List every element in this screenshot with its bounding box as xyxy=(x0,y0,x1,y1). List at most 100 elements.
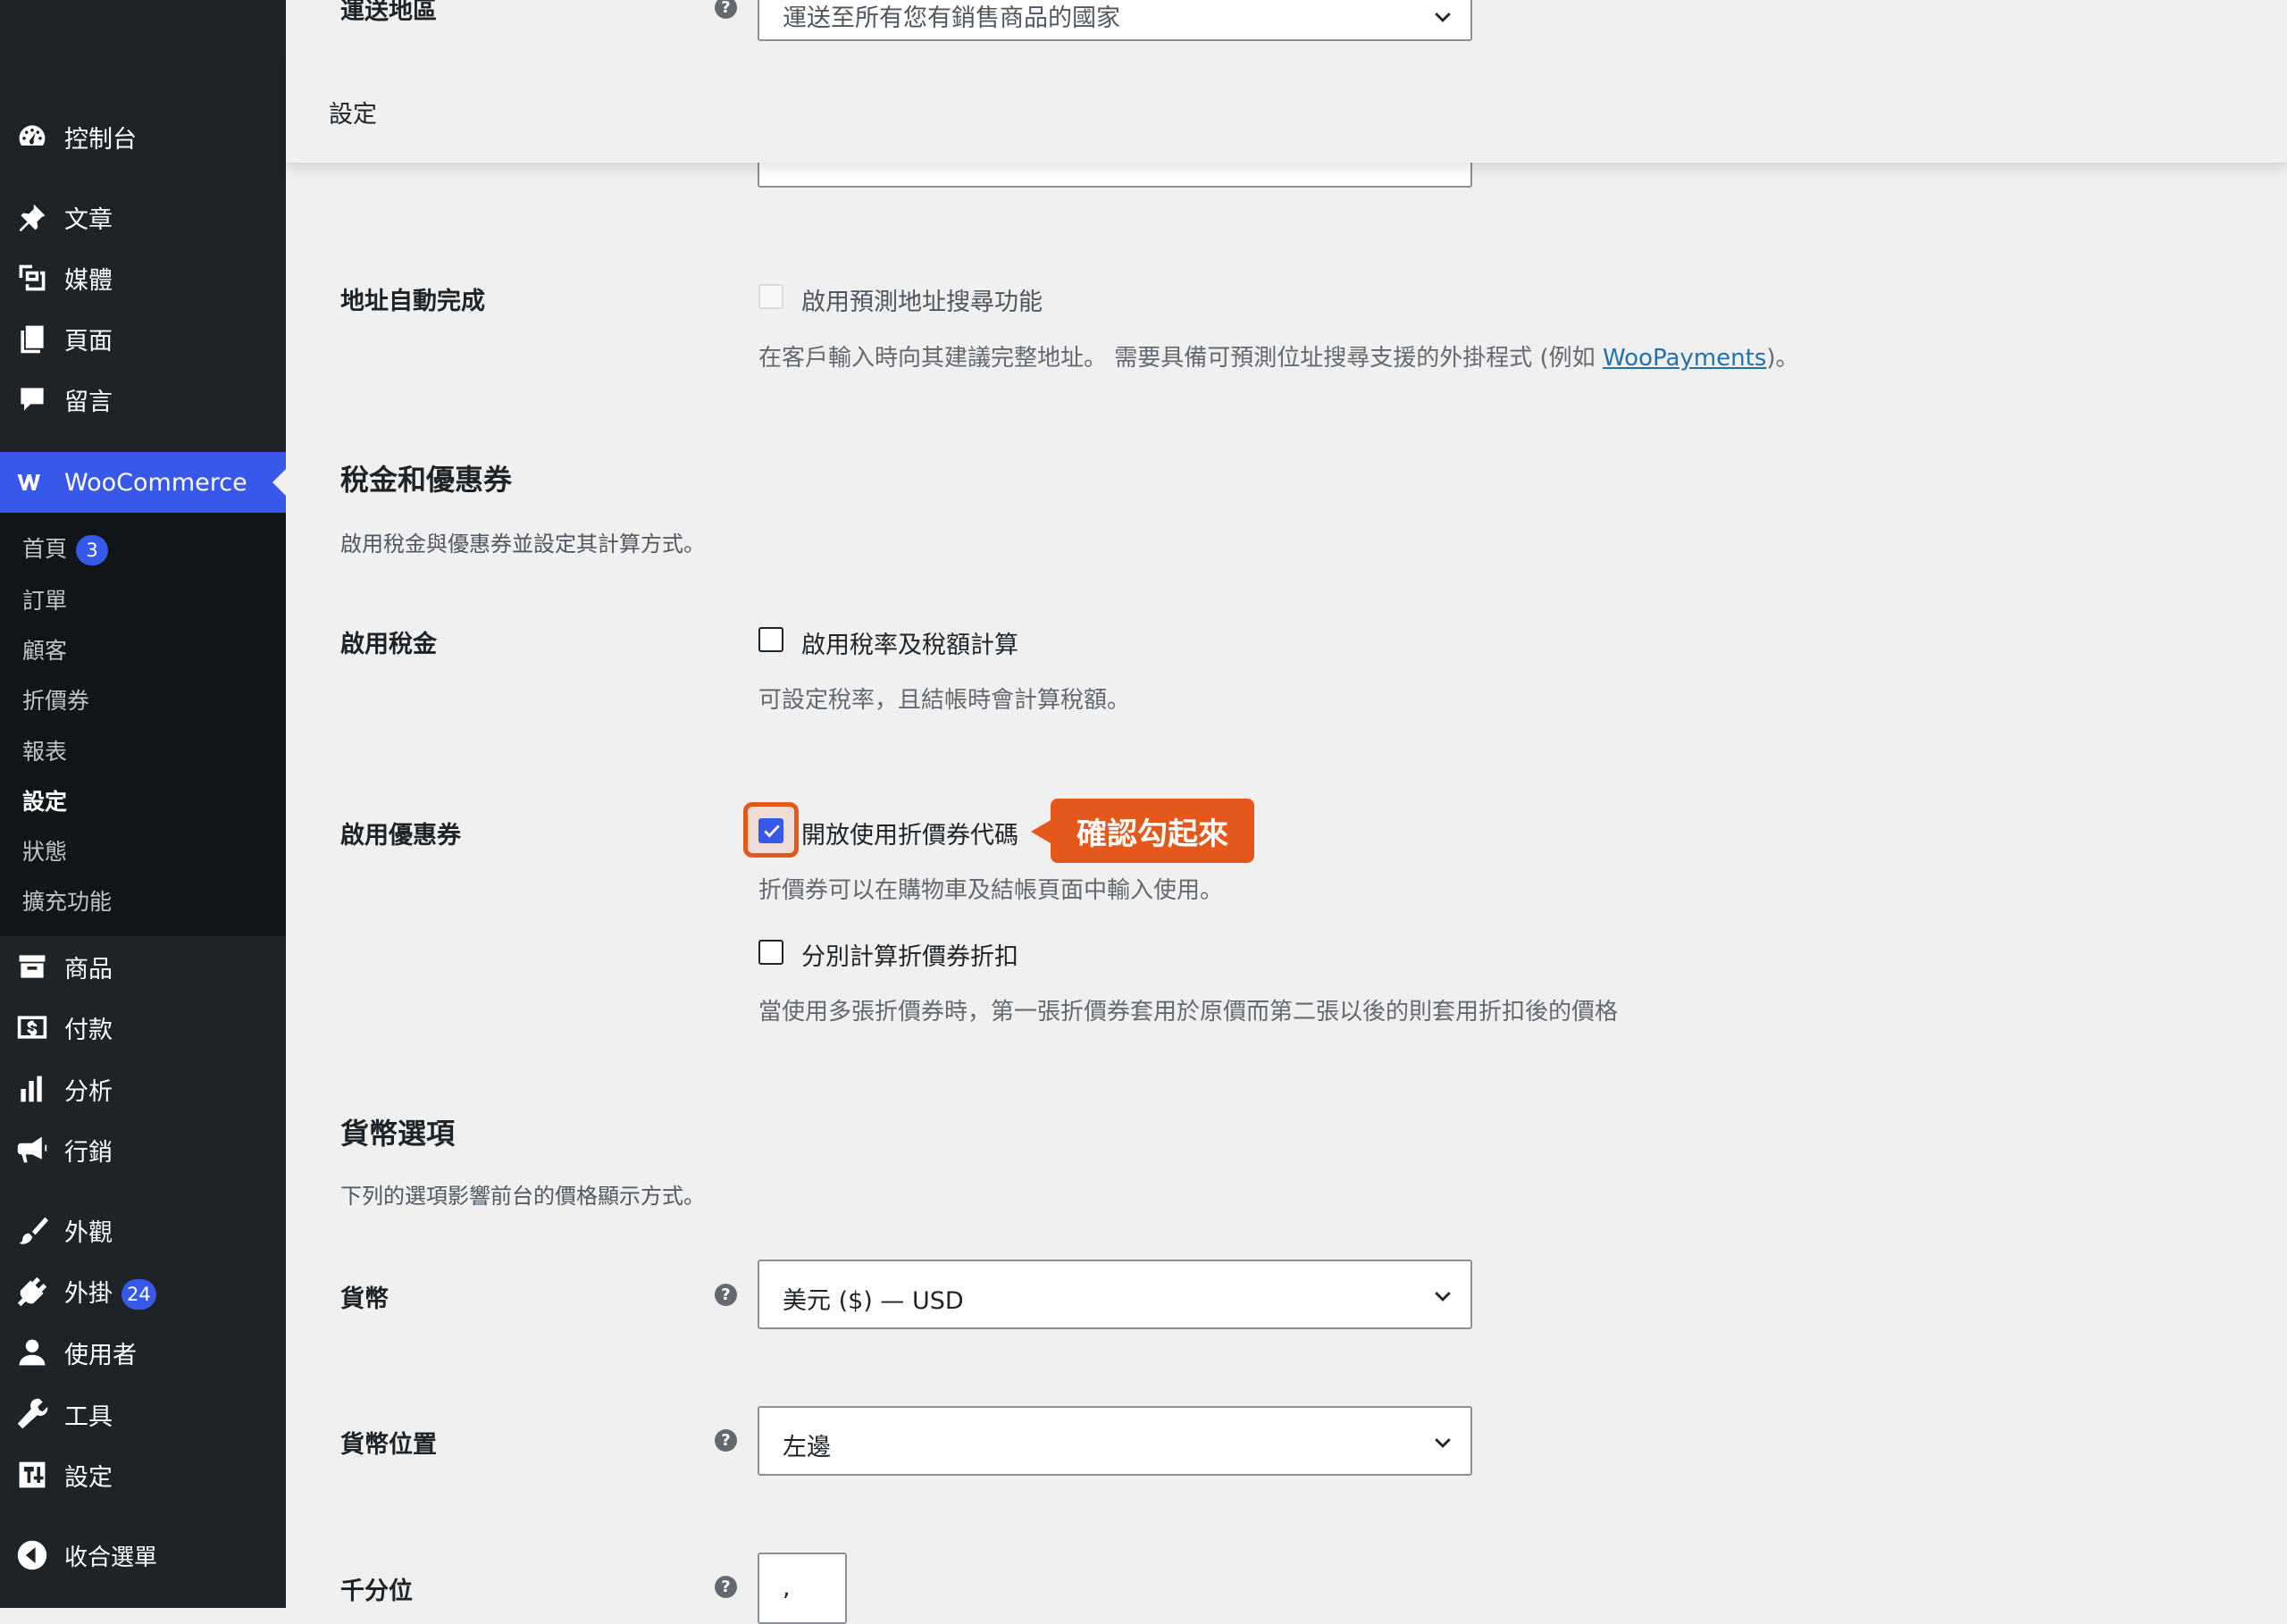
chevron-down-icon xyxy=(1435,1438,1451,1448)
menu-tools[interactable]: 工具 xyxy=(0,1387,286,1441)
submenu-home[interactable]: 首頁 3 xyxy=(22,532,109,565)
page-header: 設定 xyxy=(286,55,2287,163)
tax-section-description: 啟用稅金與優惠券並設定其計算方式。 xyxy=(340,532,705,557)
enable-coupons-description: 折價券可以在購物車及結帳頁面中輸入使用。 xyxy=(758,877,1224,904)
submenu-coupons[interactable]: 折價券 xyxy=(22,683,89,716)
address-autocomplete-checkbox[interactable] xyxy=(758,284,783,309)
menu-label: 商品 xyxy=(64,955,113,984)
currency-section-description: 下列的選項影響前台的價格顯示方式。 xyxy=(340,1184,705,1209)
brush-icon xyxy=(16,1214,48,1246)
submenu-status[interactable]: 狀態 xyxy=(22,834,67,866)
address-autocomplete-label: 地址自動完成 xyxy=(340,288,485,315)
help-icon[interactable]: ? xyxy=(715,1576,737,1598)
collapse-menu-button[interactable]: 收合選單 xyxy=(0,1528,286,1582)
collapse-icon xyxy=(16,1539,48,1571)
user-icon xyxy=(16,1336,48,1369)
menu-settings[interactable]: 設定 xyxy=(0,1448,286,1502)
input-value: , xyxy=(783,1574,791,1602)
menu-label: 行銷 xyxy=(64,1138,113,1167)
menu-label: 頁面 xyxy=(64,327,113,356)
menu-users[interactable]: 使用者 xyxy=(0,1326,286,1379)
menu-pages[interactable]: 頁面 xyxy=(0,312,286,365)
enable-coupons-checkbox[interactable] xyxy=(758,818,783,843)
submenu-settings[interactable]: 設定 xyxy=(22,784,67,816)
submenu-customers[interactable]: 顧客 xyxy=(22,633,67,666)
menu-label: 外掛 24 xyxy=(64,1274,156,1310)
help-icon[interactable]: ? xyxy=(715,1429,737,1452)
wrench-icon xyxy=(16,1398,48,1430)
archive-icon xyxy=(16,950,48,983)
callout-arrow xyxy=(1031,820,1051,843)
enable-tax-description: 可設定稅率，且結帳時會計算稅額。 xyxy=(758,687,1131,714)
submenu-reports[interactable]: 報表 xyxy=(22,734,67,766)
menu-label: 分析 xyxy=(64,1077,113,1106)
enable-coupons-checkbox-label[interactable]: 開放使用折價券代碼 xyxy=(801,816,1018,850)
comments-icon xyxy=(16,383,48,415)
select-value: 美元 ($) — USD xyxy=(783,1287,964,1315)
menu-label: 留言 xyxy=(64,388,113,416)
enable-tax-label: 啟用稅金 xyxy=(340,631,437,658)
settings-icon xyxy=(16,1459,48,1491)
menu-label: 設定 xyxy=(64,1463,113,1492)
notification-badge: 3 xyxy=(76,535,109,565)
menu-label: 外觀 xyxy=(64,1218,113,1247)
annotation-callout: 確認勾起來 xyxy=(1051,799,1254,863)
submenu-label: 首頁 xyxy=(22,536,68,562)
help-icon[interactable]: ? xyxy=(715,1284,737,1306)
checkmark-icon xyxy=(764,825,780,838)
menu-analytics[interactable]: 分析 xyxy=(0,1062,286,1116)
currency-select[interactable]: 美元 ($) — USD xyxy=(758,1260,1472,1329)
admin-sidebar: 控制台 文章 媒體 頁面 留言 WooCommerce 首頁 3 訂單 顧客 折… xyxy=(0,0,286,1608)
thousand-separator-input[interactable]: , xyxy=(758,1553,847,1624)
currency-section-title: 貨幣選項 xyxy=(340,1117,456,1151)
currency-position-select[interactable]: 左邊 xyxy=(758,1406,1472,1476)
woopayments-link[interactable]: WooPayments xyxy=(1603,345,1766,372)
enable-tax-checkbox-label[interactable]: 啟用稅率及稅額計算 xyxy=(801,625,1018,660)
page-title: 設定 xyxy=(329,101,377,129)
menu-appearance[interactable]: 外觀 xyxy=(0,1203,286,1257)
money-icon xyxy=(16,1011,48,1043)
address-autocomplete-checkbox-label[interactable]: 啟用預測地址搜尋功能 xyxy=(801,282,1043,317)
menu-label: 文章 xyxy=(64,205,113,234)
chart-bar-icon xyxy=(16,1073,48,1105)
plugin-update-badge: 24 xyxy=(121,1279,156,1310)
pages-icon xyxy=(16,322,48,355)
help-icon[interactable]: ? xyxy=(715,0,737,19)
menu-label: 媒體 xyxy=(64,266,113,295)
megaphone-icon xyxy=(16,1134,48,1166)
sequential-coupons-checkbox-label[interactable]: 分別計算折價券折扣 xyxy=(801,937,1018,972)
current-menu-arrow xyxy=(272,469,286,496)
menu-marketing[interactable]: 行銷 xyxy=(0,1123,286,1176)
menu-dashboard[interactable]: 控制台 xyxy=(0,110,286,163)
enable-tax-checkbox[interactable] xyxy=(758,627,783,652)
menu-comments[interactable]: 留言 xyxy=(0,373,286,426)
enable-coupons-label: 啟用優惠券 xyxy=(340,822,461,850)
menu-payments[interactable]: 付款 xyxy=(0,1000,286,1054)
menu-woocommerce[interactable]: WooCommerce xyxy=(0,452,286,513)
menu-label: 控制台 xyxy=(64,125,137,154)
chevron-down-icon xyxy=(1435,13,1451,22)
shipping-locations-label: 運送地區 xyxy=(340,0,437,25)
currency-label: 貨幣 xyxy=(340,1285,389,1313)
menu-posts[interactable]: 文章 xyxy=(0,190,286,244)
plugin-icon xyxy=(16,1276,48,1308)
dashboard-icon xyxy=(16,121,48,153)
menu-plugins[interactable]: 外掛 24 xyxy=(0,1265,286,1318)
menu-label: 使用者 xyxy=(64,1341,137,1369)
chevron-down-icon xyxy=(1435,1292,1451,1302)
menu-media[interactable]: 媒體 xyxy=(0,251,286,305)
pin-icon xyxy=(16,201,48,233)
select-value: 左邊 xyxy=(783,1434,831,1461)
media-icon xyxy=(16,262,48,294)
submenu-extensions[interactable]: 擴充功能 xyxy=(22,884,112,917)
sequential-coupons-checkbox[interactable] xyxy=(758,940,783,965)
sequential-coupons-description: 當使用多張折價券時，第一張折價券套用於原價而第二張以後的則套用折扣後的價格 xyxy=(758,999,1619,1025)
shipping-locations-select[interactable]: 運送至所有您有銷售商品的國家 xyxy=(758,0,1472,41)
menu-label: 付款 xyxy=(64,1016,113,1044)
thousand-separator-label: 千分位 xyxy=(340,1578,413,1605)
submenu-orders[interactable]: 訂單 xyxy=(22,583,67,615)
select-value: 運送至所有您有銷售商品的國家 xyxy=(783,4,1120,32)
menu-products[interactable]: 商品 xyxy=(0,940,286,993)
tax-section-title: 稅金和優惠券 xyxy=(340,463,513,497)
woocommerce-submenu: 首頁 3 訂單 顧客 折價券 報表 設定 狀態 擴充功能 xyxy=(0,513,286,936)
